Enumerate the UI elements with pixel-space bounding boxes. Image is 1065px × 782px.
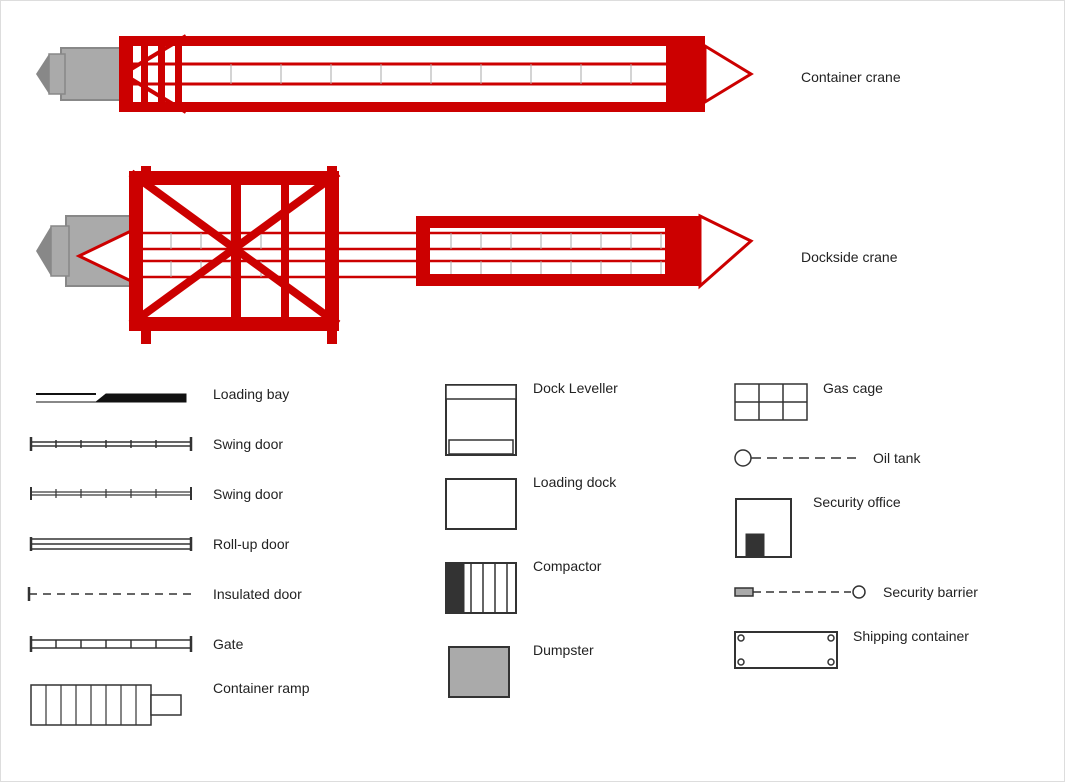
security-barrier-icon [731, 574, 871, 610]
shipping-container-item: Shipping container [731, 624, 978, 674]
security-office-item: Security office [731, 490, 978, 560]
rollup-door-item: Roll-up door [21, 526, 310, 562]
shipping-container-label: Shipping container [853, 628, 969, 644]
loading-dock-label: Loading dock [533, 474, 616, 490]
swing-door-1-item: Swing door [21, 426, 310, 462]
gate-icon [21, 626, 201, 662]
gate-label: Gate [213, 636, 243, 652]
gas-cage-item: Gas cage [731, 376, 978, 426]
main-container: Container crane [0, 0, 1065, 782]
swing-door-2-icon [21, 476, 201, 512]
dock-leveller-item: Dock Leveller [441, 376, 618, 456]
loading-bay-label: Loading bay [213, 386, 289, 402]
container-ramp-icon [21, 680, 201, 730]
insulated-door-icon [21, 576, 201, 612]
rollup-door-label: Roll-up door [213, 536, 289, 552]
swing-door-2-label: Swing door [213, 486, 283, 502]
insulated-door-label: Insulated door [213, 586, 302, 602]
insulated-door-item: Insulated door [21, 576, 310, 612]
dumpster-label: Dumpster [533, 642, 594, 658]
legend-col-3: Gas cage Oil tank [731, 376, 978, 688]
security-barrier-label: Security barrier [883, 584, 978, 600]
dockside-crane-diagram [31, 161, 791, 361]
dock-leveller-label: Dock Leveller [533, 380, 618, 396]
dumpster-icon [441, 642, 521, 702]
dockside-crane-label: Dockside crane [801, 249, 898, 265]
legend-col-2: Dock Leveller Loading dock [441, 376, 618, 722]
loading-dock-icon [441, 474, 521, 534]
swing-door-2-item: Swing door [21, 476, 310, 512]
dock-leveller-icon [441, 380, 521, 460]
compactor-label: Compactor [533, 558, 601, 574]
legend-area: Loading bay Swing door [11, 376, 1051, 776]
security-barrier-item: Security barrier [731, 574, 978, 610]
swing-door-1-label: Swing door [213, 436, 283, 452]
dumpster-item: Dumpster [441, 638, 618, 708]
loading-dock-item: Loading dock [441, 470, 618, 540]
rollup-door-icon [21, 526, 201, 562]
gate-item: Gate [21, 626, 310, 662]
oil-tank-label: Oil tank [873, 450, 920, 466]
compactor-item: Compactor [441, 554, 618, 624]
container-ramp-item: Container ramp [21, 676, 310, 726]
diagrams-area: Container crane [11, 11, 1051, 371]
oil-tank-icon [731, 440, 861, 476]
security-office-label: Security office [813, 494, 901, 510]
swing-door-1-icon [21, 426, 201, 462]
gas-cage-label: Gas cage [823, 380, 883, 396]
legend-col-1: Loading bay Swing door [21, 376, 310, 740]
gas-cage-icon [731, 380, 811, 424]
container-crane-diagram [31, 16, 791, 146]
compactor-icon [441, 558, 521, 618]
container-ramp-label: Container ramp [213, 680, 310, 696]
loading-bay-item: Loading bay [21, 376, 310, 412]
loading-bay-icon [21, 376, 201, 412]
security-office-icon [731, 494, 801, 559]
container-crane-label: Container crane [801, 69, 901, 85]
oil-tank-item: Oil tank [731, 440, 978, 476]
shipping-container-icon [731, 628, 841, 672]
